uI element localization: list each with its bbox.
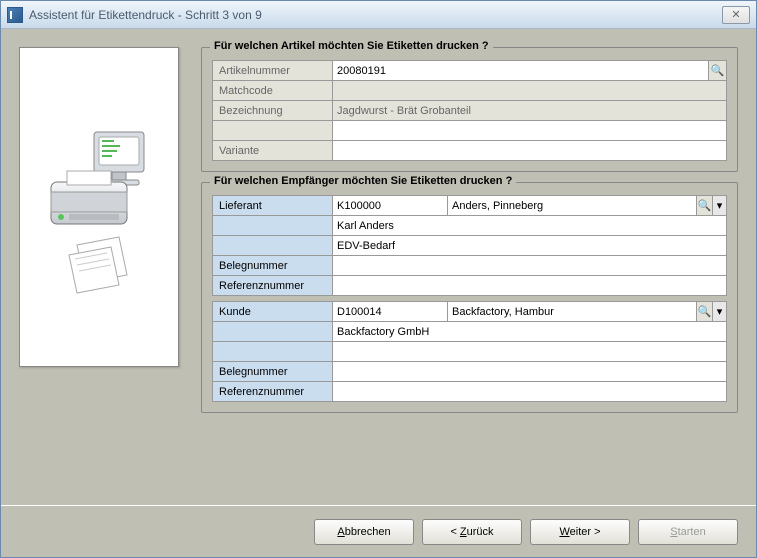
bezeichnung-field: Jagdwurst - Brät Grobanteil [333, 101, 727, 121]
lieferant-belegnummer-field[interactable] [333, 256, 727, 276]
next-button[interactable]: Weiter > [530, 519, 630, 545]
group-recipient-title: Für welchen Empfänger möchten Sie Etiket… [210, 175, 516, 187]
artikelnummer-field[interactable]: 20080191 [333, 61, 709, 81]
button-bar: Abbrechen < Zurück Weiter > Starten [1, 505, 756, 557]
close-icon[interactable]: ✕ [722, 6, 750, 24]
kunde-belegnummer-label: Belegnummer [213, 362, 333, 382]
article-table: Artikelnummer 20080191 🔍 Matchcode Bezei… [212, 60, 727, 161]
kunde-dropdown-icon[interactable]: ▾ [713, 302, 727, 322]
titlebar: Assistent für Etikettendruck - Schritt 3… [1, 1, 756, 29]
cancel-button[interactable]: Abbrechen [314, 519, 414, 545]
artikelnummer-label: Artikelnummer [213, 61, 333, 81]
group-recipient: Für welchen Empfänger möchten Sie Etiket… [201, 182, 738, 413]
start-label-rest: tarten [678, 526, 706, 538]
lieferant-belegnummer-label: Belegnummer [213, 256, 333, 276]
back-button[interactable]: < Zurück [422, 519, 522, 545]
lieferant-table: Lieferant K100000 Anders, Pinneberg 🔍 ▾ … [212, 195, 727, 402]
lieferant-short-field: Anders, Pinneberg [448, 196, 697, 216]
kunde-id-field[interactable]: D100014 [333, 302, 448, 322]
window-title: Assistent für Etikettendruck - Schritt 3… [29, 8, 722, 22]
kunde-search-icon[interactable]: 🔍 [697, 302, 713, 322]
start-button: Starten [638, 519, 738, 545]
lieferant-dropdown-icon[interactable]: ▾ [713, 196, 727, 216]
artikelnummer-search-icon[interactable]: 🔍 [709, 61, 727, 81]
group-article: Für welchen Artikel möchten Sie Etikette… [201, 47, 738, 172]
kunde-line2-label [213, 342, 333, 362]
wizard-image-panel [19, 47, 179, 367]
matchcode-field [333, 81, 727, 101]
lieferant-line1: Karl Anders [333, 216, 727, 236]
kunde-line2 [333, 342, 727, 362]
cancel-label-rest: bbrechen [345, 526, 391, 538]
kunde-label: Kunde [213, 302, 333, 322]
bezeichnung-label: Bezeichnung [213, 101, 333, 121]
variante-label: Variante [213, 141, 333, 161]
wizard-window: Assistent für Etikettendruck - Schritt 3… [0, 0, 757, 558]
form-panel: Für welchen Artikel möchten Sie Etikette… [201, 47, 738, 487]
kunde-line1-label [213, 322, 333, 342]
matchcode-label: Matchcode [213, 81, 333, 101]
back-label-rest: urück [467, 526, 494, 538]
lieferant-referenznummer-field[interactable] [333, 276, 727, 296]
lieferant-line2-label [213, 236, 333, 256]
lieferant-label: Lieferant [213, 196, 333, 216]
kunde-referenznummer-label: Referenznummer [213, 382, 333, 402]
kunde-belegnummer-field[interactable] [333, 362, 727, 382]
content-area: Für welchen Artikel möchten Sie Etikette… [1, 29, 756, 505]
kunde-referenznummer-field[interactable] [333, 382, 727, 402]
group-article-title: Für welchen Artikel möchten Sie Etikette… [210, 40, 493, 52]
kunde-short-field: Backfactory, Hambur [448, 302, 697, 322]
row-empty-value [333, 121, 727, 141]
lieferant-search-icon[interactable]: 🔍 [697, 196, 713, 216]
next-label-rest: eiter > [570, 526, 601, 538]
app-icon [7, 7, 23, 23]
lieferant-id-field[interactable]: K100000 [333, 196, 448, 216]
row-empty [213, 121, 333, 141]
lieferant-line2: EDV-Bedarf [333, 236, 727, 256]
printer-icon [39, 107, 159, 307]
lieferant-line1-label [213, 216, 333, 236]
kunde-line1: Backfactory GmbH [333, 322, 727, 342]
variante-field[interactable] [333, 141, 727, 161]
lieferant-referenznummer-label: Referenznummer [213, 276, 333, 296]
